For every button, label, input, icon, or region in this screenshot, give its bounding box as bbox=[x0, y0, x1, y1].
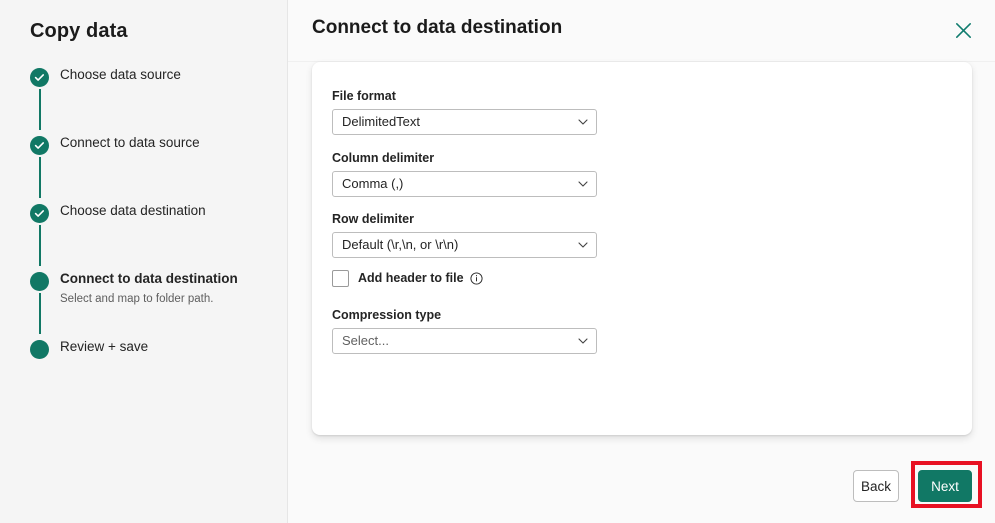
close-icon[interactable] bbox=[945, 12, 981, 48]
file-format-value: DelimitedText bbox=[342, 110, 420, 134]
info-icon[interactable] bbox=[470, 272, 483, 285]
sidebar-step-review-save[interactable]: Review + save bbox=[30, 334, 280, 364]
file-format-select[interactable]: DelimitedText bbox=[332, 109, 597, 135]
compression-type-label: Compression type bbox=[332, 307, 597, 323]
sidebar-step-choose-data-source[interactable]: Choose data source bbox=[30, 62, 280, 130]
step-current-dot-icon bbox=[30, 272, 49, 291]
step-connector-line bbox=[39, 293, 41, 334]
file-format-settings-card: File format DelimitedText Column delimit… bbox=[312, 62, 972, 435]
step-connector-line bbox=[39, 89, 41, 130]
add-header-to-file-label: Add header to file bbox=[358, 270, 464, 287]
chevron-down-icon bbox=[578, 337, 588, 345]
field-file-format: File format DelimitedText bbox=[332, 88, 597, 135]
sidebar-title: Copy data bbox=[30, 20, 128, 43]
row-delimiter-select[interactable]: Default (\r,\n, or \r\n) bbox=[332, 232, 597, 258]
copy-data-wizard: Copy data Choose data source Connect to … bbox=[0, 0, 995, 523]
compression-type-select[interactable]: Select... bbox=[332, 328, 597, 354]
chevron-down-icon bbox=[578, 118, 588, 126]
sidebar-step-connect-to-data-destination[interactable]: Connect to data destination Select and m… bbox=[30, 266, 280, 334]
page-title: Connect to data destination bbox=[312, 17, 562, 39]
field-row-delimiter: Row delimiter Default (\r,\n, or \r\n) bbox=[332, 211, 597, 258]
column-delimiter-label: Column delimiter bbox=[332, 150, 597, 166]
sidebar-step-connect-to-data-source[interactable]: Connect to data source bbox=[30, 130, 280, 198]
step-complete-check-icon bbox=[30, 68, 49, 87]
panel-header: Connect to data destination bbox=[288, 0, 995, 62]
chevron-down-icon bbox=[578, 180, 588, 188]
wizard-footer: Back Next bbox=[288, 447, 995, 523]
sidebar-step-label: Connect to data source bbox=[60, 130, 280, 152]
row-delimiter-label: Row delimiter bbox=[332, 211, 597, 227]
sidebar-step-label: Choose data destination bbox=[60, 198, 280, 220]
sidebar-step-label: Connect to data destination bbox=[60, 266, 280, 288]
chevron-down-icon bbox=[578, 241, 588, 249]
sidebar-step-sublabel: Select and map to folder path. bbox=[60, 291, 280, 307]
next-button[interactable]: Next bbox=[918, 470, 972, 502]
panel-content: File format DelimitedText Column delimit… bbox=[288, 62, 995, 523]
wizard-sidebar: Copy data Choose data source Connect to … bbox=[0, 0, 288, 523]
compression-type-value: Select... bbox=[342, 329, 389, 353]
sidebar-step-label: Choose data source bbox=[60, 62, 280, 84]
column-delimiter-value: Comma (,) bbox=[342, 172, 403, 196]
wizard-main-panel: Connect to data destination File format … bbox=[288, 0, 995, 523]
sidebar-step-label: Review + save bbox=[60, 334, 280, 356]
column-delimiter-select[interactable]: Comma (,) bbox=[332, 171, 597, 197]
step-complete-check-icon bbox=[30, 136, 49, 155]
row-delimiter-value: Default (\r,\n, or \r\n) bbox=[342, 233, 458, 257]
sidebar-step-choose-data-destination[interactable]: Choose data destination bbox=[30, 198, 280, 266]
step-upcoming-dot-icon bbox=[30, 340, 49, 359]
step-connector-line bbox=[39, 225, 41, 266]
back-button[interactable]: Back bbox=[853, 470, 899, 502]
add-header-to-file-row: Add header to file bbox=[332, 270, 483, 287]
file-format-label: File format bbox=[332, 88, 597, 104]
wizard-step-list: Choose data source Connect to data sourc… bbox=[30, 62, 280, 364]
add-header-to-file-checkbox[interactable] bbox=[332, 270, 349, 287]
field-compression-type: Compression type Select... bbox=[332, 307, 597, 354]
field-column-delimiter: Column delimiter Comma (,) bbox=[332, 150, 597, 197]
step-complete-check-icon bbox=[30, 204, 49, 223]
step-connector-line bbox=[39, 157, 41, 198]
